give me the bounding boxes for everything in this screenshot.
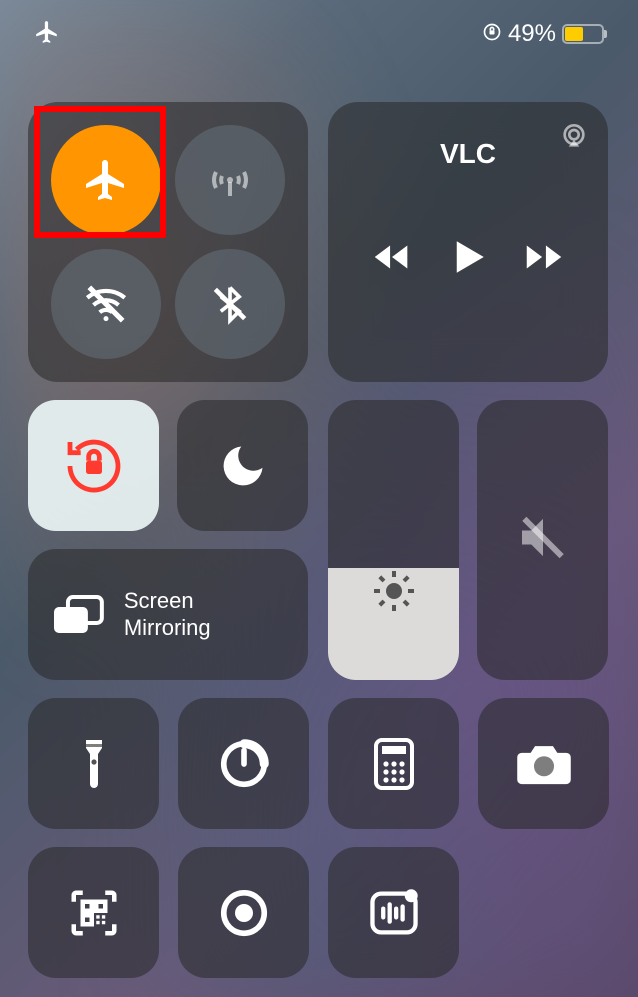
flashlight-button[interactable] (28, 698, 159, 829)
calculator-icon (371, 736, 417, 792)
qr-code-icon (67, 886, 121, 940)
rewind-button[interactable] (369, 234, 415, 285)
battery-percent-label: 49% (508, 20, 556, 48)
calculator-button[interactable] (328, 698, 459, 829)
shazam-button[interactable] (328, 847, 459, 978)
airplay-icon[interactable] (558, 120, 590, 157)
do-not-disturb-toggle[interactable] (177, 400, 308, 531)
orientation-lock-status-icon (482, 22, 502, 47)
brightness-slider[interactable] (328, 400, 459, 680)
brightness-icon (370, 567, 418, 620)
screen-mirroring-button[interactable]: Screen Mirroring (28, 549, 308, 680)
airplane-mode-status-icon (34, 19, 60, 50)
battery-icon (562, 24, 604, 44)
orientation-lock-toggle[interactable] (28, 400, 159, 531)
moon-icon (217, 440, 269, 492)
screen-mirroring-icon (50, 587, 106, 643)
qr-scanner-button[interactable] (28, 847, 159, 978)
connectivity-module[interactable] (28, 102, 308, 382)
cellular-data-toggle[interactable] (175, 125, 285, 235)
play-button[interactable] (441, 230, 495, 289)
wifi-toggle[interactable] (51, 249, 161, 359)
media-module[interactable]: VLC (328, 102, 608, 382)
fast-forward-button[interactable] (521, 234, 567, 285)
flashlight-icon (70, 734, 118, 794)
cellular-icon (206, 156, 254, 204)
wifi-off-icon (81, 279, 131, 329)
volume-slider[interactable] (477, 400, 608, 680)
bluetooth-toggle[interactable] (175, 249, 285, 359)
orientation-lock-icon (62, 434, 126, 498)
camera-icon (515, 740, 573, 788)
screen-record-button[interactable] (178, 847, 309, 978)
music-recognition-icon (366, 885, 422, 941)
timer-button[interactable] (178, 698, 309, 829)
timer-icon (217, 737, 271, 791)
record-icon (217, 886, 271, 940)
camera-button[interactable] (478, 698, 609, 829)
status-bar: 49% (28, 12, 610, 56)
media-app-name: VLC (346, 138, 590, 170)
highlight-annotation (34, 106, 166, 238)
battery-fill (565, 27, 583, 41)
bluetooth-off-icon (208, 282, 252, 326)
volume-muted-icon (515, 510, 571, 571)
screen-mirroring-label: Screen Mirroring (124, 588, 286, 641)
